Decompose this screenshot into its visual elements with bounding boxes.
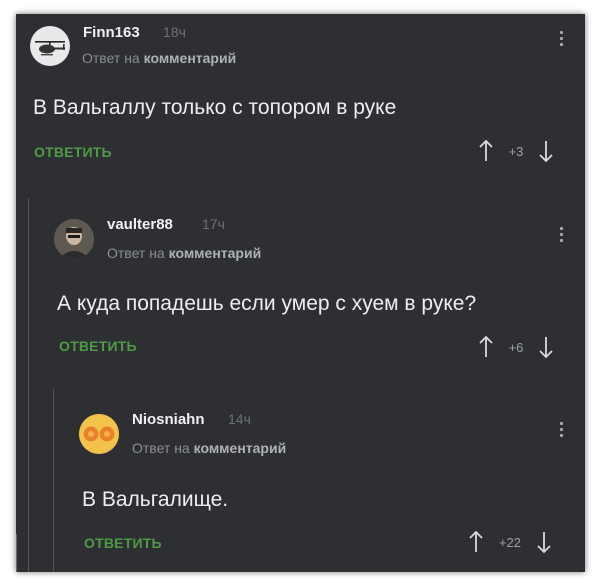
vote-score: +22: [498, 534, 522, 550]
avatar[interactable]: [79, 414, 119, 454]
orange-eyes-icon: [79, 414, 119, 454]
timestamp: 18ч: [163, 24, 186, 40]
username[interactable]: Finn163: [83, 24, 140, 41]
helicopter-icon: [35, 41, 65, 56]
arrow-down-icon[interactable]: [538, 138, 554, 164]
username[interactable]: vaulter88: [107, 216, 173, 233]
vote-controls: +6: [478, 334, 554, 360]
person-photo-icon: [54, 219, 94, 259]
reply-to-info: Ответ на комментарий: [82, 50, 236, 66]
arrow-down-icon[interactable]: [536, 529, 552, 555]
username[interactable]: Niosniahn: [132, 411, 205, 428]
reply-button[interactable]: ОТВЕТИТЬ: [34, 144, 112, 160]
comment-text: А куда попадешь если умер с хуем в руке?: [57, 292, 477, 315]
reply-to-prefix: Ответ на: [132, 440, 190, 456]
vote-controls: +22: [468, 529, 552, 555]
comments-panel: Finn163 18ч Ответ на комментарий В Вальг…: [16, 14, 585, 572]
timestamp: 17ч: [202, 216, 225, 232]
vote-controls: +3: [478, 138, 554, 164]
vote-score: +6: [508, 339, 524, 355]
more-options-icon[interactable]: [553, 28, 569, 54]
thread-line: [16, 534, 17, 572]
avatar[interactable]: [30, 26, 70, 66]
arrow-up-icon[interactable]: [468, 529, 484, 555]
reply-to-link[interactable]: комментарий: [169, 245, 262, 261]
comment-text: В Вальгалище.: [82, 488, 229, 511]
thread-line: [28, 198, 29, 572]
reply-to-prefix: Ответ на: [107, 245, 165, 261]
reply-to-info: Ответ на комментарий: [132, 440, 286, 456]
timestamp: 14ч: [228, 411, 251, 427]
arrow-up-icon[interactable]: [478, 138, 494, 164]
thread-line: [53, 389, 54, 572]
comment-text: В Вальгаллу только с топором в руке: [33, 96, 397, 119]
reply-to-prefix: Ответ на: [82, 50, 140, 66]
more-options-icon[interactable]: [553, 419, 569, 445]
reply-to-link[interactable]: комментарий: [144, 50, 237, 66]
reply-to-link[interactable]: комментарий: [194, 440, 287, 456]
more-options-icon[interactable]: [553, 224, 569, 250]
reply-to-info: Ответ на комментарий: [107, 245, 261, 261]
arrow-down-icon[interactable]: [538, 334, 554, 360]
reply-button[interactable]: ОТВЕТИТЬ: [59, 338, 137, 354]
vote-score: +3: [508, 143, 524, 159]
arrow-up-icon[interactable]: [478, 334, 494, 360]
reply-button[interactable]: ОТВЕТИТЬ: [84, 535, 162, 551]
avatar[interactable]: [54, 219, 94, 259]
